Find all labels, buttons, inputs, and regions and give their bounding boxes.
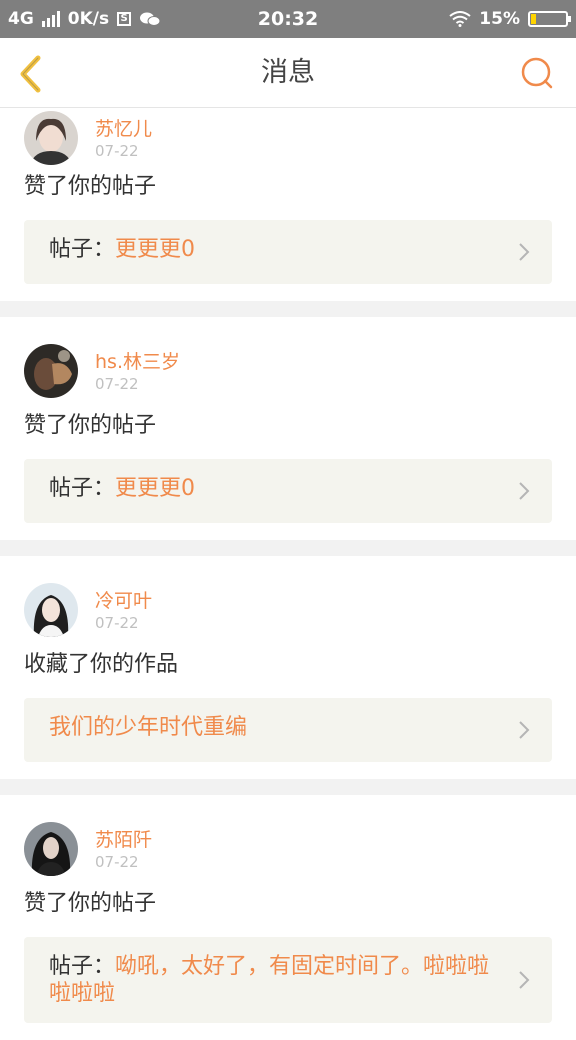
page-title: 消息 — [261, 57, 315, 88]
message-header: 苏陌阡 07-22 — [24, 819, 552, 889]
avatar[interactable] — [24, 822, 78, 876]
timestamp: 07-22 — [95, 142, 139, 160]
action-text: 赞了你的帖子 — [24, 891, 157, 916]
username[interactable]: 冷可叶 — [95, 586, 152, 613]
message-item: hs.林三岁 07-22 赞了你的帖子 帖子：更更更0 — [0, 317, 576, 540]
post-reference[interactable]: 帖子：呦吼，太好了，有固定时间了。啦啦啦啦啦啦 — [24, 937, 552, 1023]
wechat-icon — [140, 12, 161, 26]
post-reference[interactable]: 帖子：更更更0 — [24, 459, 552, 523]
battery-icon — [528, 11, 571, 27]
ref-title: 更更更0 — [115, 476, 196, 501]
timestamp: 07-22 — [95, 375, 139, 393]
message-header: 苏忆儿 07-22 — [24, 108, 552, 172]
message-item: 苏陌阡 07-22 赞了你的帖子 帖子：呦吼，太好了，有固定时间了。啦啦啦啦啦啦 — [0, 795, 576, 1040]
ref-title: 更更更0 — [115, 237, 196, 262]
ref-title: 我们的少年时代重编 — [49, 715, 248, 740]
action-text: 收藏了你的作品 — [24, 652, 179, 677]
post-reference[interactable]: 帖子：更更更0 — [24, 220, 552, 284]
avatar[interactable] — [24, 344, 78, 398]
message-list: 苏忆儿 07-22 赞了你的帖子 帖子：更更更0 hs.林三岁 07-22 赞了… — [0, 108, 576, 1040]
timestamp: 07-22 — [95, 614, 139, 632]
nav-bar: 消息 — [0, 38, 576, 108]
s-app-icon: S — [117, 12, 132, 26]
wifi-icon — [449, 11, 471, 27]
message-header: 冷可叶 07-22 — [24, 580, 552, 650]
signal-icon — [41, 11, 60, 27]
status-bar: 4G 0K/s S 20:32 15% — [0, 0, 576, 38]
username[interactable]: hs.林三岁 — [95, 347, 180, 374]
action-text: 赞了你的帖子 — [24, 413, 157, 438]
chevron-right-icon — [519, 971, 530, 989]
ref-prefix: 帖子： — [49, 237, 116, 262]
ref-prefix: 帖子： — [49, 954, 116, 979]
network-speed: 0K/s — [67, 9, 110, 29]
message-header: hs.林三岁 07-22 — [24, 341, 552, 411]
status-left: 4G 0K/s S — [8, 9, 161, 29]
work-reference[interactable]: 我们的少年时代重编 — [24, 698, 552, 762]
ref-title: 呦吼，太好了，有固定时间了。啦啦啦啦啦啦 — [49, 954, 490, 1006]
status-right: 15% — [449, 9, 571, 29]
message-item: 冷可叶 07-22 收藏了你的作品 我们的少年时代重编 — [0, 556, 576, 779]
avatar[interactable] — [24, 583, 78, 637]
timestamp: 07-22 — [95, 853, 139, 871]
username[interactable]: 苏陌阡 — [95, 825, 152, 852]
search-icon[interactable] — [520, 56, 554, 90]
chevron-right-icon — [519, 243, 530, 261]
chevron-right-icon — [519, 721, 530, 739]
network-type: 4G — [8, 9, 34, 29]
ref-prefix: 帖子： — [49, 476, 116, 501]
username[interactable]: 苏忆儿 — [95, 114, 152, 141]
battery-percent: 15% — [479, 9, 520, 29]
message-item: 苏忆儿 07-22 赞了你的帖子 帖子：更更更0 — [0, 108, 576, 301]
chevron-right-icon — [519, 482, 530, 500]
battery-level — [531, 14, 536, 24]
action-text: 赞了你的帖子 — [24, 174, 157, 199]
avatar[interactable] — [24, 111, 78, 165]
